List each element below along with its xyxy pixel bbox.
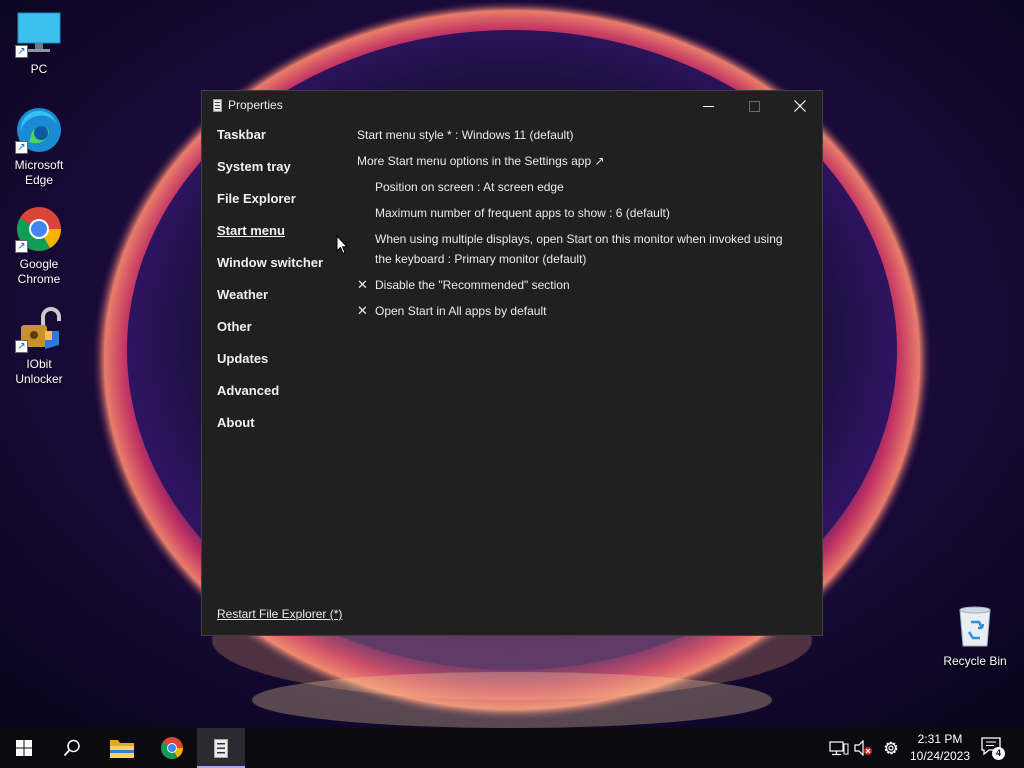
open-all-apps-checkbox[interactable]: ✕ Open Start in All apps by default (357, 301, 807, 321)
clock-date: 10/24/2023 (909, 749, 971, 763)
multi-display-option[interactable]: When using multiple displays, open Start… (357, 229, 807, 269)
settings-gear-icon[interactable] (880, 738, 902, 758)
desktop-icon-label: IObit (26, 357, 52, 371)
nav-item-about[interactable]: About (217, 415, 347, 447)
more-start-options-link[interactable]: More Start menu options in the Settings … (357, 151, 807, 171)
recycle-bin-icon (951, 602, 999, 650)
network-icon[interactable] (828, 738, 850, 758)
nav-item-advanced[interactable]: Advanced (217, 383, 347, 415)
clock-time: 2:31 PM (917, 732, 963, 746)
chrome-icon: ↗ (15, 205, 63, 253)
shortcut-arrow-icon: ↗ (15, 45, 28, 58)
desktop-icon-label: Google (19, 257, 59, 271)
desktop-icon-label: PC (30, 62, 48, 76)
multi-display-option-line: When using multiple displays, open Start… (375, 232, 783, 246)
desktop-icon-label: Unlocker (15, 372, 63, 386)
search-icon (63, 739, 80, 757)
checked-x-icon: ✕ (357, 303, 368, 318)
multi-display-option-line: the keyboard : Primary monitor (default) (375, 252, 587, 266)
windows-logo-icon (16, 740, 32, 756)
close-icon (794, 100, 806, 112)
network-icon-glyph (829, 741, 849, 756)
desktop-icon-pc[interactable]: ↗ PC (1, 10, 77, 77)
disable-recommended-checkbox[interactable]: ✕ Disable the "Recommended" section (357, 275, 807, 295)
max-frequent-apps-option[interactable]: Maximum number of frequent apps to show … (357, 203, 807, 223)
notification-center-button[interactable]: 4 (980, 736, 1006, 760)
start-button[interactable] (0, 728, 48, 768)
edge-icon: ↗ (15, 106, 63, 154)
speaker-muted-icon (854, 740, 872, 756)
start-menu-settings: Start menu style * : Windows 11 (default… (357, 125, 807, 327)
shortcut-arrow-icon: ↗ (15, 340, 28, 353)
desktop-icon-edge[interactable]: ↗ Microsoft Edge (1, 106, 77, 188)
taskbar-chrome[interactable] (148, 728, 196, 768)
desktop-icon-label: Chrome (17, 272, 61, 286)
app-icon (213, 99, 222, 112)
minimize-icon (702, 105, 714, 107)
nav-item-file-explorer[interactable]: File Explorer (217, 191, 347, 223)
position-on-screen-option[interactable]: Position on screen : At screen edge (357, 177, 807, 197)
nav-item-weather[interactable]: Weather (217, 287, 347, 319)
restart-file-explorer-link[interactable]: Restart File Explorer (*) (217, 607, 342, 621)
settings-nav: Taskbar System tray File Explorer Start … (217, 127, 347, 447)
maximize-icon (748, 100, 760, 112)
checkbox-label: Open Start in All apps by default (375, 304, 547, 318)
nav-item-system-tray[interactable]: System tray (217, 159, 347, 191)
volume-muted-icon[interactable] (852, 738, 874, 758)
mouse-cursor-icon (336, 235, 348, 255)
desktop-icon-label: Edge (24, 173, 54, 187)
nav-item-start-menu[interactable]: Start menu (217, 223, 347, 255)
taskbar-properties-window[interactable] (197, 728, 245, 768)
taskbar: 2:31 PM 10/24/2023 4 (0, 728, 1024, 768)
shortcut-arrow-icon: ↗ (15, 240, 28, 253)
checkbox-label: Disable the "Recommended" section (375, 278, 570, 292)
desktop-icon-recycle-bin[interactable]: Recycle Bin (937, 602, 1013, 668)
desktop-icon-label: Recycle Bin (943, 654, 1007, 668)
taskbar-file-explorer[interactable] (98, 728, 146, 768)
app-icon (214, 738, 228, 758)
shortcut-arrow-icon: ↗ (15, 141, 28, 154)
notification-count-badge: 4 (992, 747, 1005, 760)
taskbar-clock[interactable]: 2:31 PM 10/24/2023 (900, 731, 980, 765)
chrome-icon (161, 737, 183, 759)
start-menu-style-option[interactable]: Start menu style * : Windows 11 (default… (357, 125, 807, 145)
nav-item-other[interactable]: Other (217, 319, 347, 351)
folder-icon (110, 740, 134, 758)
maximize-button[interactable] (731, 91, 777, 121)
desktop-icon-chrome[interactable]: ↗ Google Chrome (1, 205, 77, 287)
desktop-icon-iobit-unlocker[interactable]: ↗ IObit Unlocker (1, 305, 77, 387)
monitor-icon: ↗ (15, 10, 63, 58)
properties-window: Properties Taskbar System tray File Expl… (201, 90, 823, 636)
title-bar[interactable]: Properties (202, 91, 822, 121)
desktop-icon-label: Microsoft (14, 158, 64, 172)
minimize-button[interactable] (685, 91, 731, 121)
search-button[interactable] (48, 728, 96, 768)
gear-icon (884, 741, 898, 755)
window-title: Properties (228, 98, 283, 112)
nav-item-taskbar[interactable]: Taskbar (217, 127, 347, 159)
checked-x-icon: ✕ (357, 277, 368, 292)
unlocker-icon: ↗ (15, 305, 63, 353)
close-button[interactable] (777, 91, 823, 121)
nav-item-updates[interactable]: Updates (217, 351, 347, 383)
nav-item-window-switcher[interactable]: Window switcher (217, 255, 347, 287)
